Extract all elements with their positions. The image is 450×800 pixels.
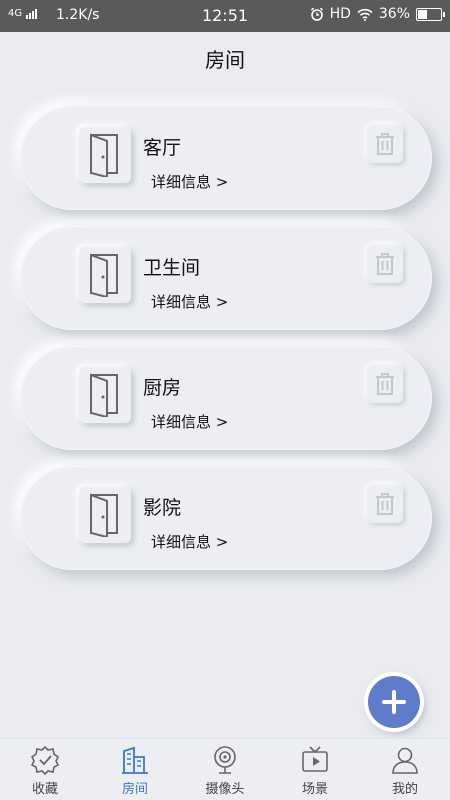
door-icon: [79, 247, 131, 303]
nav-tab-profile[interactable]: 我的: [360, 739, 450, 800]
bottom-nav: 收藏 房间 摄像头 场景 我的: [0, 738, 450, 800]
nav-label: 房间: [121, 782, 148, 797]
room-card[interactable]: 影院 详细信息 >: [20, 466, 432, 570]
room-card[interactable]: 客厅 详细信息 >: [20, 106, 432, 210]
battery-icon: [416, 7, 445, 21]
wifi-icon: [357, 8, 373, 21]
nav-tab-rooms[interactable]: 房间: [90, 739, 180, 800]
room-card[interactable]: 厨房 详细信息 >: [20, 346, 432, 450]
room-card[interactable]: 卫生间 详细信息 >: [20, 226, 432, 330]
room-detail-link[interactable]: 详细信息 >: [151, 291, 228, 312]
delete-button[interactable]: [367, 485, 403, 523]
door-icon: [79, 367, 131, 423]
trash-icon: [376, 373, 394, 395]
nav-label: 摄像头: [205, 782, 245, 797]
badge-check-icon: [30, 745, 60, 775]
nav-tab-scenes[interactable]: 场景: [270, 739, 360, 800]
room-detail-link[interactable]: 详细信息 >: [151, 171, 228, 192]
add-room-button[interactable]: [368, 676, 420, 728]
building-icon: [122, 746, 148, 774]
delete-button[interactable]: [367, 245, 403, 283]
page-title: 房间: [205, 48, 245, 72]
status-right: HD 36%: [310, 6, 445, 22]
room-detail-link[interactable]: 详细信息 >: [151, 531, 228, 552]
door-icon: [79, 487, 131, 543]
trash-icon: [376, 133, 394, 155]
room-detail-link[interactable]: 详细信息 >: [151, 411, 228, 432]
hd-indicator: HD: [329, 6, 351, 22]
nav-tab-camera[interactable]: 摄像头: [180, 739, 270, 800]
room-name: 影院: [143, 497, 182, 519]
room-name: 厨房: [143, 377, 182, 399]
nav-label: 我的: [391, 782, 418, 797]
trash-icon: [376, 493, 394, 515]
room-name: 卫生间: [143, 257, 201, 279]
plus-icon: [382, 690, 406, 714]
delete-button[interactable]: [367, 365, 403, 403]
trash-icon: [376, 253, 394, 275]
nav-tab-favorites[interactable]: 收藏: [0, 739, 90, 800]
delete-button[interactable]: [367, 125, 403, 163]
camera-icon: [214, 746, 236, 774]
battery-percent: 36%: [378, 6, 410, 22]
status-bar: 4G 1.2K/s 12:51 HD 36%: [0, 0, 450, 32]
door-icon: [79, 127, 131, 183]
tv-play-icon: [302, 746, 328, 772]
nav-label: 场景: [301, 782, 328, 797]
alarm-icon: [310, 7, 323, 21]
person-icon: [392, 747, 418, 774]
nav-label: 收藏: [31, 782, 58, 797]
room-name: 客厅: [143, 137, 182, 159]
